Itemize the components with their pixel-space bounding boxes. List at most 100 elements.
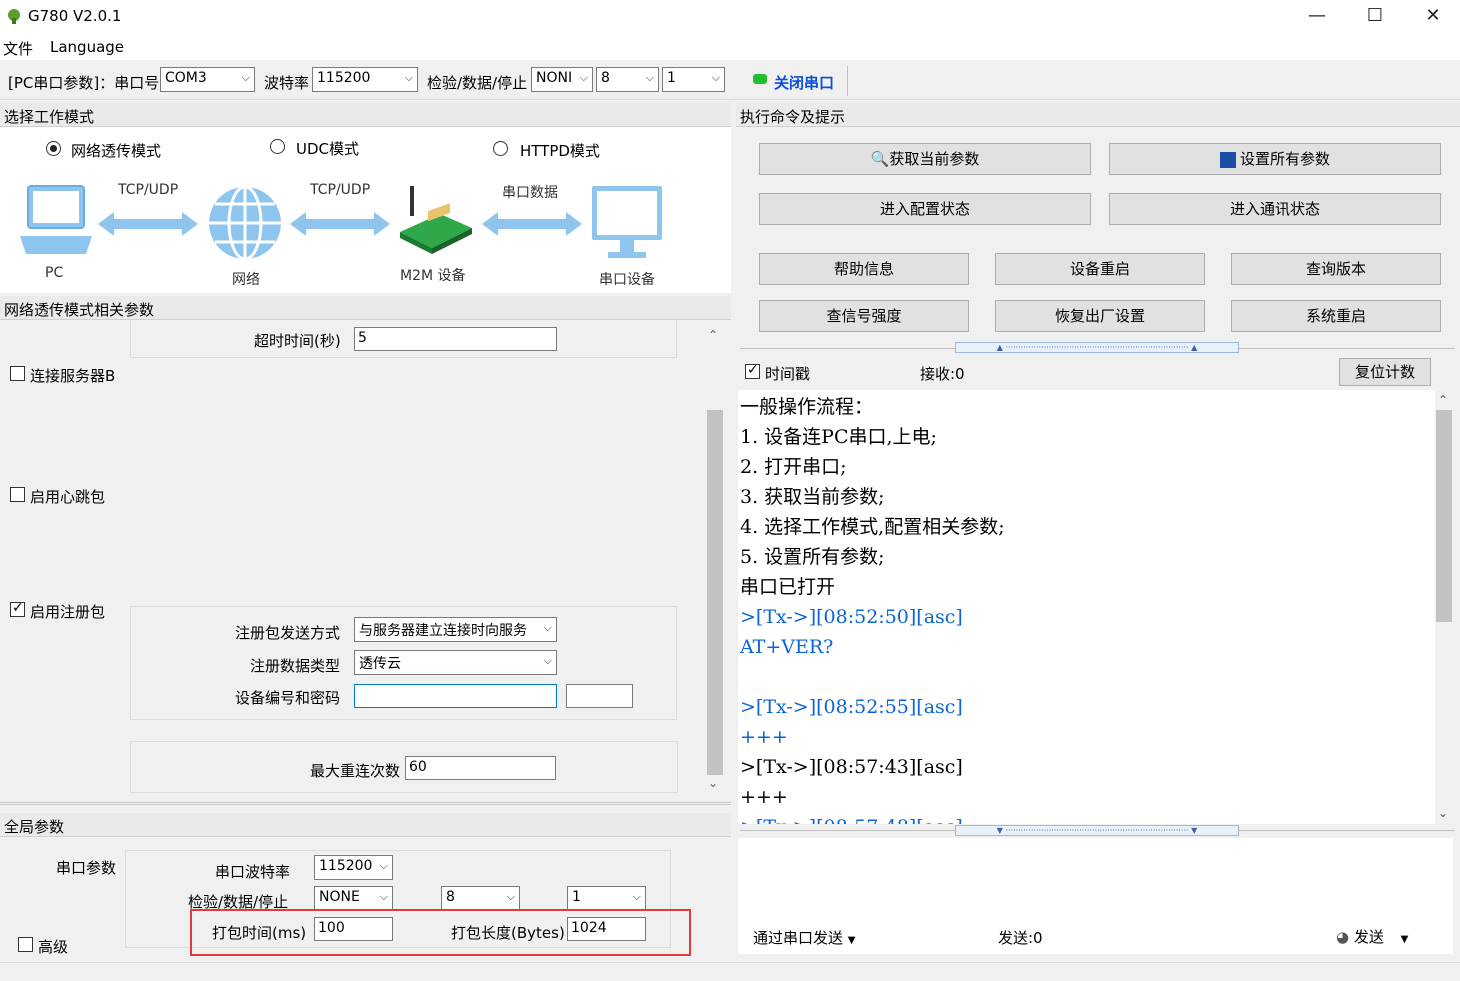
register-checkbox[interactable] [10,600,25,617]
chevron-down-icon: ⌵ [632,890,641,903]
scroll-up-icon[interactable]: ⌃ [708,328,718,342]
stopbits-select[interactable]: 1 ⌵ [662,67,725,92]
scroll-up-icon[interactable]: ⌃ [1438,393,1448,407]
pack-len-input[interactable]: 1024 [567,917,646,941]
help-button[interactable]: 帮助信息 [759,253,969,285]
reg-send-select[interactable]: 与服务器建立连接时向服务 ⌵ [354,617,557,642]
left-scroll-thumb[interactable] [707,410,723,775]
dev-id-input[interactable] [354,684,557,708]
parity-select[interactable]: NONI ⌵ [531,67,593,92]
parity-label: 检验/数据/停止 [427,74,528,92]
log-area[interactable]: 一般操作流程： 1. 设备连PC串口,上电; 2. 打开串口; 3. 获取当前参数; 4… [738,390,1453,824]
chevron-down-icon: ⌵ [506,890,515,903]
search-doc-icon: 🔍 [870,150,890,168]
net-params-header: 网络透传模式相关参数 [0,296,731,320]
log-scroll-thumb[interactable] [1436,410,1452,622]
menu-language[interactable]: Language [50,38,124,56]
double-arrow-icon [290,212,390,236]
minimize-button[interactable]: — [1288,0,1346,32]
chevron-down-icon: ⌵ [543,654,552,667]
enter-comm-button[interactable]: 进入通讯状态 [1109,193,1441,225]
maximize-button[interactable]: ☐ [1346,0,1404,32]
log-line: 3. 获取当前参数; [740,486,885,508]
double-arrow-icon [98,212,198,236]
set-params-button[interactable]: 设置所有参数 [1109,143,1441,175]
max-retry-input[interactable]: 60 [405,756,556,780]
timestamp-checkbox[interactable] [745,362,760,379]
log-line: >[Tx->][08:52:55][asc] [740,696,963,718]
log-line: 5. 设置所有参数; [740,546,885,568]
serial-params-label: 串口参数 [56,859,117,877]
log-line: 1. 设备连PC串口,上电; [740,426,937,448]
menu-bar [0,34,1460,60]
collapse-handle[interactable]: ▼ ······································… [955,825,1239,836]
log-line: AT+VER? [740,636,834,658]
connect-b-checkbox[interactable] [10,366,25,381]
timeout-input[interactable]: 5 [354,327,557,351]
device-reboot-button[interactable]: 设备重启 [995,253,1205,285]
pack-time-input[interactable]: 100 [314,917,393,941]
chevron-down-icon: ⌵ [379,859,388,873]
chevron-down-icon: ⌵ [241,71,250,84]
radio-httpd-mode[interactable] [493,141,508,156]
system-reboot-button[interactable]: 系统重启 [1231,300,1441,332]
enter-config-button[interactable]: 进入配置状态 [759,193,1091,225]
reset-count-button[interactable]: 复位计数 [1339,358,1431,386]
close-window-button[interactable]: ✕ [1404,0,1460,32]
send-via-dropdown[interactable]: 通过串口发送 ▼ [753,927,856,948]
save-icon [1219,151,1236,168]
baud-select[interactable]: 115200 ⌵ [312,67,418,92]
caret-down-icon: ▼ [1400,934,1409,945]
radio-udc-mode[interactable] [270,139,285,154]
splitter[interactable] [0,802,731,805]
signal-button[interactable]: 查信号强度 [759,300,969,332]
diagram-serial-device-label: 串口设备 [599,272,655,288]
dev-pwd-input[interactable] [566,684,633,708]
global-parity-select[interactable]: NONE ⌵ [314,886,393,911]
log-line: +++ [740,786,788,808]
global-databits-select[interactable]: 8 ⌵ [441,886,520,911]
heartbeat-checkbox[interactable] [10,487,25,502]
global-baud-label: 串口波特率 [215,863,291,881]
mode-option-label: 网络透传模式 [71,142,162,160]
m2m-device-icon [400,186,472,254]
collapse-handle[interactable]: ▲ ······································… [955,342,1239,353]
baud-label: 波特率 [264,74,310,92]
log-line: >[Tx->][08:57:48][asc] [740,812,1453,824]
close-port-button[interactable]: 关闭串口 [774,72,834,93]
log-lines: 一般操作流程： 1. 设备连PC串口,上电; 2. 打开串口; 3. 获取当前参数; 4… [738,390,1453,824]
recv-count: 接收:0 [920,365,965,383]
reg-type-select[interactable]: 透传云 ⌵ [354,650,557,675]
mode-header: 选择工作模式 [0,103,731,127]
scroll-down-icon[interactable]: ⌄ [708,776,718,790]
radio-network-mode[interactable] [46,141,61,156]
chevron-down-icon: ⌵ [404,71,413,84]
global-baud-select[interactable]: 115200 ⌵ [314,855,393,880]
chevron-down-icon: ⌵ [541,621,552,635]
menu-file[interactable]: 文件 [3,38,33,59]
advanced-checkbox[interactable] [18,937,33,952]
com-port-select[interactable]: COM3 ⌵ [160,67,255,92]
send-button[interactable]: ◕ 发送 ▼ [1336,926,1408,947]
timestamp-label: 时间戳 [765,365,811,383]
timeout-label: 超时时间(秒) [254,332,341,350]
global-header: 全局参数 [0,813,731,837]
reg-send-label: 注册包发送方式 [235,624,341,642]
databits-select[interactable]: 8 ⌵ [596,67,659,92]
version-button[interactable]: 查询版本 [1231,253,1441,285]
global-stopbits-select[interactable]: 1 ⌵ [567,886,646,911]
mode-option-label: HTTPD模式 [520,142,600,160]
commands-header: 执行命令及提示 [736,103,1460,127]
get-params-button[interactable]: 🔍获取当前参数 [759,143,1091,175]
scroll-down-icon[interactable]: ⌄ [1438,806,1448,820]
caret-down-icon: ▼ [847,935,856,946]
factory-reset-button[interactable]: 恢复出厂设置 [995,300,1205,332]
retry-group [130,741,678,793]
diagram-serial-data-label: 串口数据 [502,185,558,201]
laptop-icon [20,185,92,254]
advanced-label: 高级 [38,938,69,956]
chevron-down-icon: ⌵ [379,890,388,903]
mode-option-label: UDC模式 [296,140,360,158]
status-bar [0,962,1460,981]
